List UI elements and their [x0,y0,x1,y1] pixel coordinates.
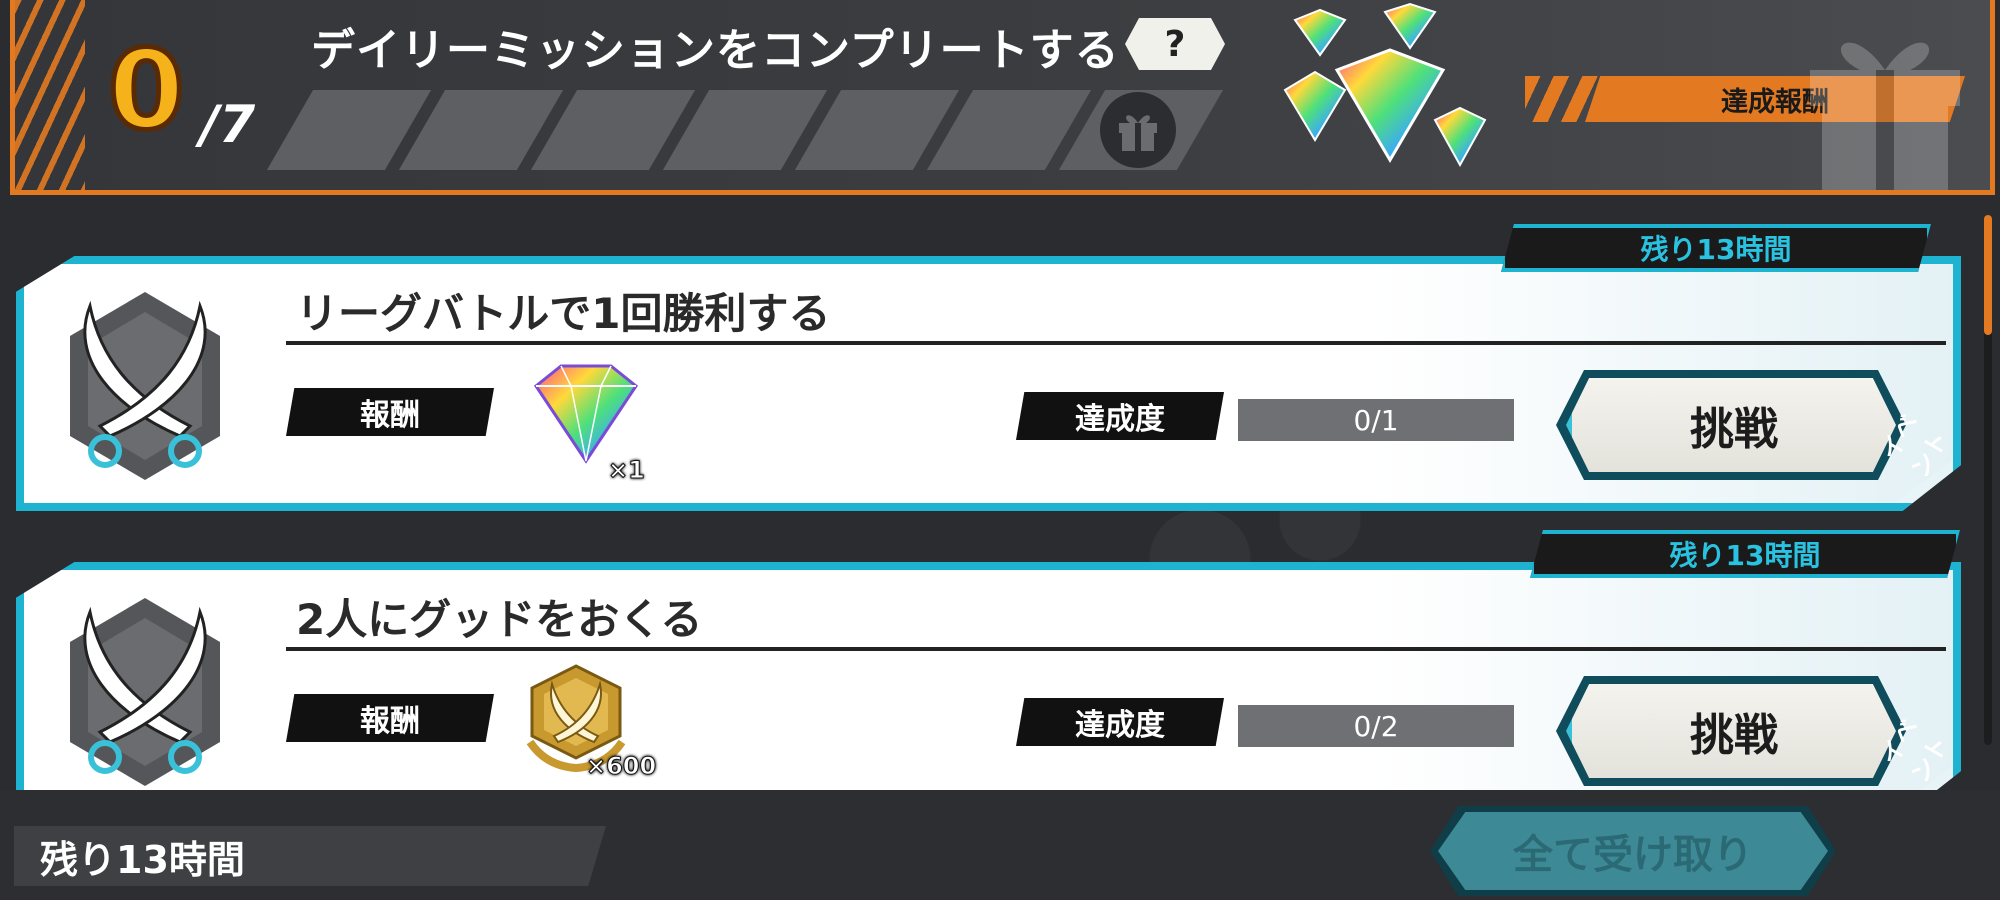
reward-quantity: ×1 [608,456,646,485]
mission-list-scrollbar[interactable] [1984,215,1992,745]
daily-mission-title: デイリーミッションをコンプリートする [311,25,1120,76]
crossed-swords-icon [50,286,240,486]
title-underline [286,341,1946,345]
completed-count: 0 [106,24,188,157]
title-underline [286,647,1946,651]
reward-label: 報酬 [286,388,494,436]
mission-progress: 0/1 [1238,399,1514,441]
progress-label: 達成度 [1016,698,1224,746]
mission-title: リーグバトルで1回勝利する [296,289,831,338]
rainbow-gem-icon [526,361,646,471]
rainbow-gems-icon [1275,0,1515,190]
mission-progress: 0/2 [1238,705,1514,747]
daily-mission-banner: 0 /7 デイリーミッションをコンプリートする ? 達成報酬 [10,0,1995,195]
daily-progress-track [266,90,1224,170]
mission-timer: 残り13時間 [1501,224,1931,272]
scrollbar-thumb[interactable] [1984,215,1992,335]
claim-all-label: 全て受け取り [1438,812,1828,890]
banner-stripes [15,0,85,190]
mission-card: 残り13時間 リーグバトルで1回勝利する 報酬 ×1 達成度 0/1 挑戦 イベ… [16,224,1961,511]
gift-icon [1800,20,1970,190]
challenge-button-label: 挑戦 [1566,684,1896,778]
completion-counter: 0 /7 [90,15,280,165]
crossed-swords-icon [50,592,240,790]
mission-card: 2人にグッドをおくる 報酬 ×600 達成度 0/2 挑戦 イベント [16,562,1961,790]
footer-timer: 残り13時間 [14,826,606,886]
reward-quantity: ×600 [585,752,657,781]
total-count: /7 [200,95,256,155]
reward-label: 報酬 [286,694,494,742]
mission-title: 2人にグッドをおくる [296,595,703,644]
mission-timer: 残り13時間 [1530,530,1960,578]
claim-all-button[interactable]: 全て受け取り [1430,806,1836,896]
challenge-button-label: 挑戦 [1566,378,1896,472]
gift-icon[interactable] [1100,92,1176,168]
progress-label: 達成度 [1016,392,1224,440]
help-button[interactable]: ? [1125,18,1225,70]
